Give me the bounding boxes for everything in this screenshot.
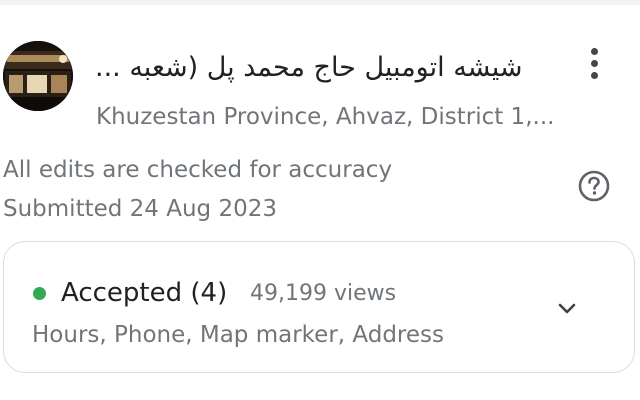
more-options-button[interactable]: [580, 44, 610, 84]
place-title[interactable]: شیشه اتومبیل حاج محمد پل (شعبه ...: [95, 47, 550, 89]
place-address: Khuzestan Province, Ahvaz, District 1,..…: [96, 104, 555, 130]
place-photo-avatar[interactable]: [3, 41, 73, 111]
submitted-date: Submitted 24 Aug 2023: [3, 196, 278, 222]
top-divider: [0, 0, 640, 5]
status-dot: [33, 287, 46, 300]
accuracy-notice: All edits are checked for accuracy: [3, 157, 393, 183]
help-circle-icon: [578, 170, 610, 202]
chevron-down-icon: [558, 303, 576, 314]
edit-status: Accepted (4): [61, 278, 228, 308]
edited-fields: Hours, Phone, Map marker, Address: [32, 322, 445, 348]
edit-status-card[interactable]: Accepted (4) 49,199 views Hours, Phone, …: [3, 241, 635, 373]
view-count: 49,199 views: [250, 281, 397, 306]
expand-button[interactable]: [552, 294, 582, 324]
more-vert-icon: [591, 48, 598, 55]
help-button[interactable]: [578, 170, 610, 202]
storefront-photo-icon: [3, 41, 73, 111]
